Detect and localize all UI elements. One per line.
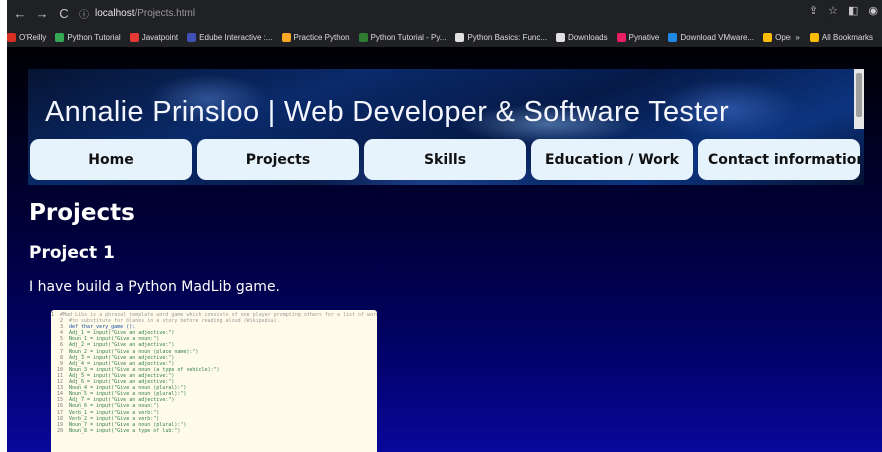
bookmark-label: Download VMware... (680, 32, 755, 42)
forward-icon[interactable]: → (33, 6, 51, 21)
bookmarks-overflow-button[interactable]: » (795, 33, 799, 42)
bookmark-item[interactable]: Edube Interactive :... (187, 32, 273, 42)
bookmark-label: Python Tutorial - Py... (370, 32, 447, 42)
scrollbar-thumb[interactable] (856, 73, 862, 117)
bookmarks-end: » All Bookmarks (791, 27, 882, 47)
bookmark-item[interactable]: Practice Python (281, 32, 350, 42)
reload-icon[interactable]: C (55, 6, 73, 21)
bookmark-star-icon[interactable]: ☆ (828, 4, 838, 17)
url-host: localhost (95, 7, 135, 19)
url-path: /Projects.html (134, 7, 196, 19)
sidebar-icon[interactable]: ◧ (848, 4, 858, 17)
banner-scrollbar[interactable] (854, 69, 864, 129)
browser-chrome: ← → C ⓘ localhost/Projects.html ⇪ ☆ ◧ ◉ … (7, 0, 882, 47)
line-number: 20 (56, 427, 63, 434)
bookmarks-bar: O'Reilly Python Tutorial Javatpoint Edube I… (7, 27, 882, 47)
back-icon[interactable]: ← (11, 6, 29, 21)
all-bookmarks-label: All Bookmarks (821, 32, 873, 42)
bookmark-favicon-icon (455, 32, 465, 42)
bookmark-label: O'Reilly (19, 32, 47, 42)
bookmark-item[interactable]: Downloads (556, 32, 608, 42)
bookmark-item[interactable]: Download VMware... (668, 32, 755, 42)
share-icon[interactable]: ⇪ (809, 4, 818, 17)
folder-icon (809, 32, 819, 42)
bookmark-label: Python Basics: Func... (467, 32, 548, 42)
code-line: 20 Noun_8 = input("Give a type of lub:") (51, 428, 377, 434)
page-viewport: Annalie Prinsloo | Web Developer & Softw… (7, 47, 882, 452)
nav-projects[interactable]: Projects (197, 139, 359, 180)
project-description: I have build a Python MadLib game. (29, 279, 281, 295)
bookmark-item[interactable]: Python Basics: Func... (455, 32, 548, 42)
bookmark-favicon-icon (55, 32, 65, 42)
nav-contact[interactable]: Contact information (698, 139, 860, 180)
nav-skills[interactable]: Skills (364, 139, 526, 180)
bookmark-label: Downloads (568, 32, 608, 42)
site-title: Annalie Prinsloo | Web Developer & Softw… (45, 96, 729, 128)
bookmark-label: Javatpoint (141, 32, 179, 42)
bookmark-item[interactable]: Pynative (616, 32, 660, 42)
bookmark-favicon-icon (763, 32, 773, 42)
all-bookmarks-button[interactable]: All Bookmarks (809, 32, 873, 42)
bookmark-favicon-icon (129, 32, 139, 42)
code-screenshot: 1 #Mad Libs is a phrasal template word ga… (51, 310, 377, 452)
header-banner: Annalie Prinsloo | Web Developer & Softw… (28, 69, 864, 185)
address-bar[interactable]: ⓘ localhost/Projects.html (75, 3, 835, 23)
bookmark-item[interactable]: Python Tutorial (55, 32, 121, 42)
browser-toolbar: ← → C ⓘ localhost/Projects.html ⇪ ☆ ◧ ◉ (7, 0, 882, 26)
toolbar-actions: ⇪ ☆ ◧ ◉ (809, 4, 878, 17)
bookmark-favicon-icon (281, 32, 291, 42)
bookmark-item[interactable]: O'Reilly (7, 32, 47, 42)
bookmark-item[interactable]: Javatpoint (129, 32, 179, 42)
main-nav: Home Projects Skills Education / Work Co… (30, 139, 860, 180)
bookmark-favicon-icon (556, 32, 566, 42)
bookmark-label: Python Tutorial (67, 32, 121, 42)
bookmark-label: Practice Python (293, 32, 350, 42)
bookmark-favicon-icon (668, 32, 678, 42)
page-title: Projects (29, 200, 135, 226)
bookmark-favicon-icon (616, 32, 626, 42)
bookmark-label: Edube Interactive :... (199, 32, 273, 42)
bookmark-favicon-icon (358, 32, 368, 42)
nav-home[interactable]: Home (30, 139, 192, 180)
bookmark-label: Pynative (628, 32, 660, 42)
project-title: Project 1 (29, 243, 115, 263)
bookmark-favicon-icon (7, 32, 16, 42)
code-text: Noun_8 = input("Give a type of lub:") (69, 427, 181, 434)
bookmark-favicon-icon (187, 32, 197, 42)
site-info-icon[interactable]: ⓘ (79, 6, 89, 21)
nav-education-work[interactable]: Education / Work (531, 139, 693, 180)
bookmark-item[interactable]: Python Tutorial - Py... (358, 32, 447, 42)
profile-icon[interactable]: ◉ (868, 4, 878, 17)
